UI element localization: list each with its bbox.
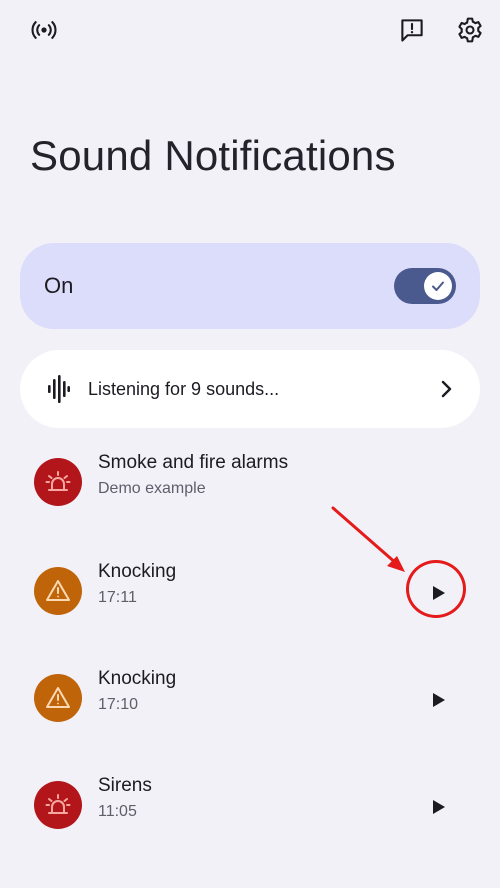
sound-name: Sirens [98,775,152,796]
play-icon [433,693,445,707]
sound-name: Knocking [98,668,177,689]
list-item[interactable]: Knocking 17:10 [0,668,500,764]
siren-icon [34,781,82,829]
main-toggle-switch[interactable] [394,268,456,304]
listening-text: Listening for 9 sounds... [88,378,280,399]
listening-card[interactable]: Listening for 9 sounds... [20,350,480,428]
feedback-icon[interactable] [396,14,428,46]
sound-subtitle: 17:10 [98,696,139,713]
chevron-right-icon [441,380,452,398]
sound-subtitle: Demo example [98,480,206,497]
check-icon [432,281,444,291]
play-button[interactable] [424,793,452,821]
toggle-knob [424,272,452,300]
annotation-arrow [331,506,405,572]
warning-icon [34,567,82,615]
page-title: Sound Notifications [30,132,396,179]
annotation-circle [406,560,466,618]
sound-name: Smoke and fire alarms [98,452,289,473]
sound-subtitle: 11:05 [98,803,137,820]
sound-subtitle: 17:11 [98,589,137,606]
gear-icon[interactable] [454,14,486,46]
toggle-label: On [44,273,74,298]
play-button[interactable] [424,686,452,714]
sound-notifications-toggle-card[interactable]: On [20,243,480,329]
siren-icon [34,458,82,506]
warning-icon [34,674,82,722]
broadcast-icon[interactable] [28,14,60,46]
play-icon [433,800,445,814]
waveform-icon [48,375,70,403]
sound-name: Knocking [98,561,177,582]
list-item[interactable]: Sirens 11:05 [0,775,500,871]
list-item[interactable]: Smoke and fire alarms Demo example [0,452,500,548]
